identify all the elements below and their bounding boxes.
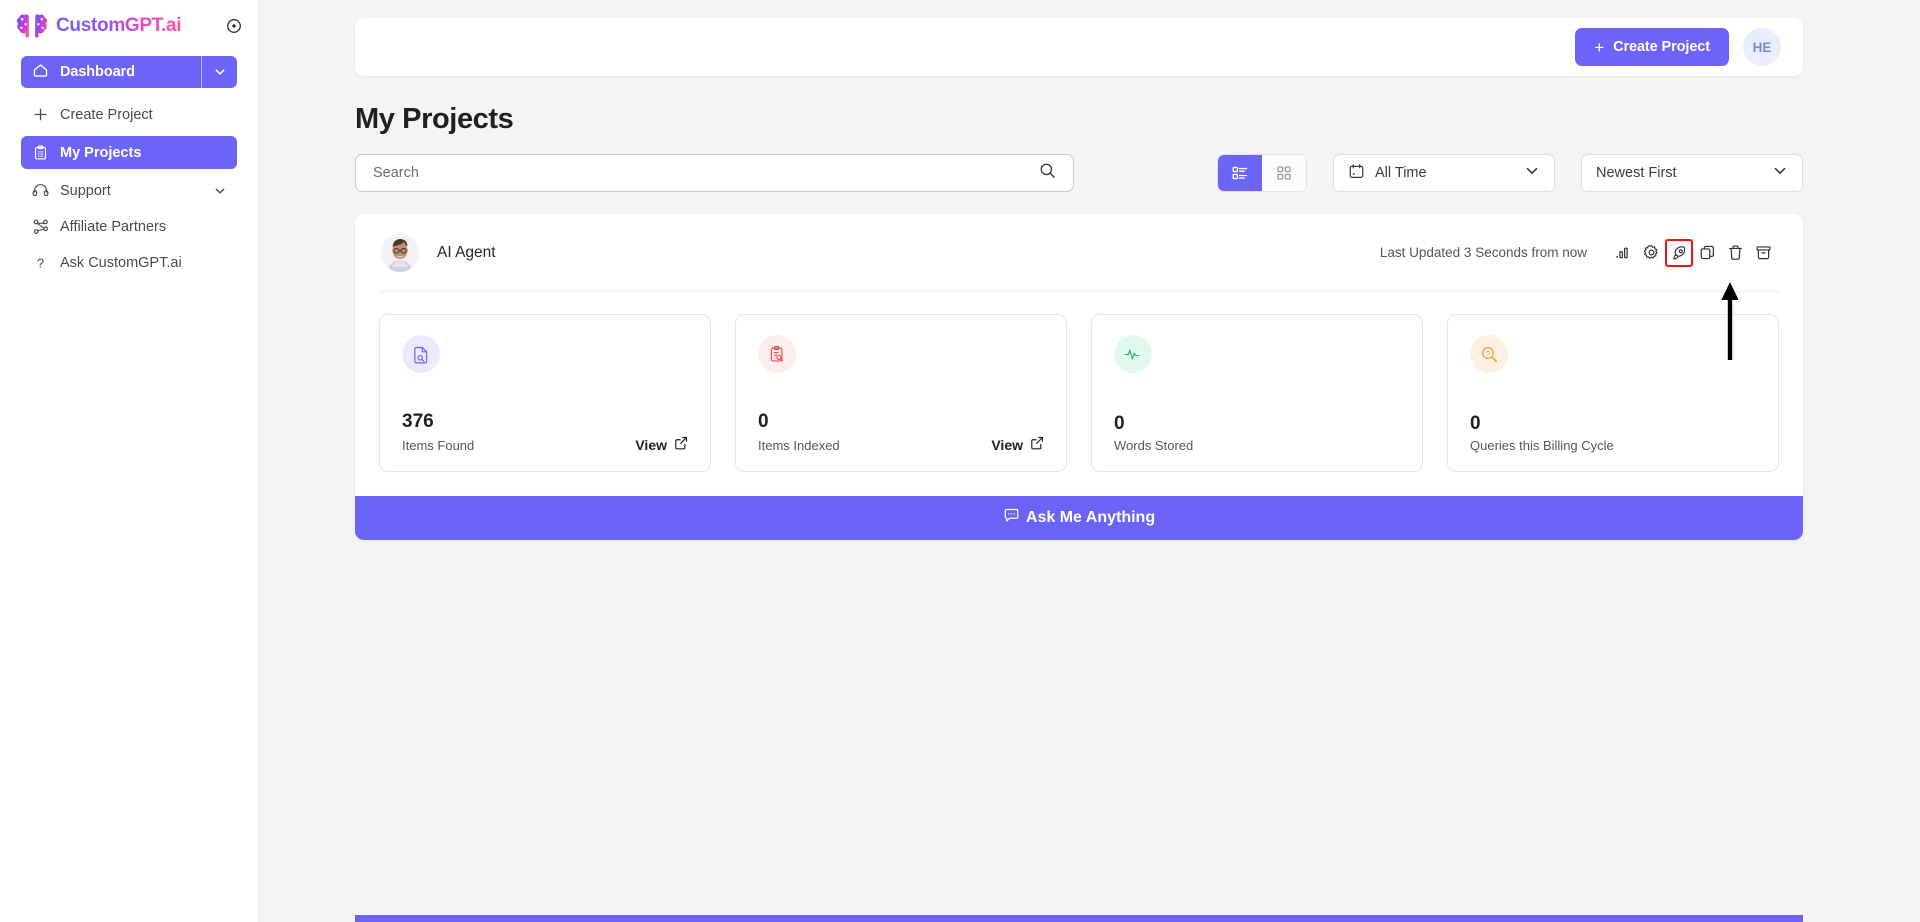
stat-card-items-found: 376 Items Found View <box>379 314 711 472</box>
sort-dropdown[interactable]: Newest First <box>1581 154 1803 192</box>
page-title: My Projects <box>355 103 514 135</box>
sidebar-item-dashboard[interactable]: Dashboard <box>21 56 237 88</box>
home-icon <box>32 62 49 83</box>
list-view-icon[interactable] <box>1218 155 1262 191</box>
sidebar-item-dashboard-label: Dashboard <box>60 64 135 80</box>
duplicate-copy-icon[interactable] <box>1693 239 1721 267</box>
sidebar-item-create-project[interactable]: Create Project <box>21 98 237 131</box>
view-mode-toggle <box>1217 154 1307 192</box>
stat-footer: Items Found View <box>402 436 688 453</box>
ask-me-anything-label: Ask Me Anything <box>1025 509 1156 526</box>
main-content: + Create Project HE My Projects Search A… <box>259 0 1920 922</box>
rocket-deploy-icon[interactable] <box>1665 238 1693 267</box>
plus-icon: + <box>1594 37 1605 57</box>
grid-view-icon[interactable] <box>1262 155 1306 191</box>
stat-value: 376 <box>402 411 434 432</box>
project-row[interactable]: AI Agent Last Updated 3 Seconds from now <box>379 214 1779 292</box>
customgpt-brain-logo-icon <box>16 11 48 41</box>
stat-value: 0 <box>1114 413 1125 434</box>
stat-label: Queries this Billing Cycle <box>1470 438 1614 453</box>
plus-icon <box>32 106 49 123</box>
stat-view-label: View <box>635 436 667 453</box>
stat-label: Items Indexed <box>758 438 840 453</box>
clipboard-search-icon <box>758 335 796 373</box>
sort-dropdown-label: Newest First <box>1596 165 1677 181</box>
stat-footer: Words Stored <box>1114 438 1400 453</box>
project-panel: AI Agent Last Updated 3 Seconds from now <box>355 214 1803 540</box>
annotation-arrow <box>1721 282 1739 360</box>
search-input[interactable] <box>373 165 1039 181</box>
external-link-icon <box>1030 436 1044 453</box>
activity-pulse-icon <box>1114 335 1152 373</box>
stat-label: Items Found <box>402 438 475 453</box>
stat-view-link[interactable]: View <box>635 436 688 453</box>
clipboard-icon <box>32 144 49 161</box>
project-name: AI Agent <box>437 243 496 261</box>
svg-text:?: ? <box>37 255 44 270</box>
sidebar-nav: Dashboard Create Project My Projects Sup… <box>0 52 258 279</box>
stat-value: 0 <box>758 411 769 432</box>
chevron-down-icon[interactable] <box>213 184 227 198</box>
sidebar-item-affiliate-partners[interactable]: Affiliate Partners <box>21 210 237 243</box>
analytics-bar-chart-icon[interactable] <box>1609 239 1637 267</box>
search-question-icon: ? <box>1470 335 1508 373</box>
sidebar-item-label: Support <box>60 182 111 199</box>
sidebar-item-label: Ask CustomGPT.ai <box>60 254 182 271</box>
stat-view-label: View <box>991 436 1023 453</box>
chat-bubble-icon <box>1003 507 1020 529</box>
circle-dot-icon[interactable] <box>224 16 244 36</box>
user-avatar[interactable]: HE <box>1743 28 1781 66</box>
stat-card-items-indexed: 0 Items Indexed View <box>735 314 1067 472</box>
search-icon[interactable] <box>1039 162 1056 184</box>
chevron-down-icon[interactable] <box>1772 163 1788 183</box>
headset-icon <box>32 182 49 199</box>
stat-label: Words Stored <box>1114 438 1194 453</box>
sidebar-item-label: Create Project <box>60 106 153 123</box>
bottom-accent-bar <box>355 915 1803 922</box>
stat-card-words-stored: 0 Words Stored <box>1091 314 1423 472</box>
external-link-icon <box>674 436 688 453</box>
stat-footer: Items Indexed View <box>758 436 1044 453</box>
topbar: + Create Project HE <box>355 18 1803 76</box>
sidebar-item-label: My Projects <box>60 144 142 161</box>
calendar-icon <box>1348 163 1365 184</box>
stat-value: 0 <box>1470 413 1481 434</box>
project-last-updated: Last Updated 3 Seconds from now <box>1379 245 1587 260</box>
question-mark-icon: ? <box>32 254 49 271</box>
share-nodes-icon <box>32 218 49 235</box>
search-bar[interactable] <box>355 154 1074 192</box>
settings-gear-icon[interactable] <box>1637 239 1665 267</box>
stat-cards-row: 376 Items Found View 0 Items Indexed Vie… <box>379 292 1779 496</box>
stat-footer: Queries this Billing Cycle <box>1470 438 1756 453</box>
create-project-button[interactable]: + Create Project <box>1575 28 1729 66</box>
chevron-down-icon[interactable] <box>201 56 237 88</box>
stat-view-link[interactable]: View <box>991 436 1044 453</box>
sidebar-logo-row: CustomGPT.ai <box>0 0 258 52</box>
sidebar-item-label: Affiliate Partners <box>60 218 167 235</box>
date-filter-dropdown[interactable]: All Time <box>1333 154 1555 192</box>
project-row-actions: Last Updated 3 Seconds from now <box>1379 238 1777 267</box>
sidebar: CustomGPT.ai Dashboard Create Project My… <box>0 0 259 922</box>
app-root: CustomGPT.ai Dashboard Create Project My… <box>0 0 1920 922</box>
controls-row: All Time Newest First <box>355 154 1803 192</box>
archive-box-icon[interactable] <box>1749 239 1777 267</box>
date-filter-label: All Time <box>1375 165 1427 181</box>
sidebar-item-support[interactable]: Support <box>21 174 237 207</box>
sidebar-item-my-projects[interactable]: My Projects <box>21 136 237 169</box>
chevron-down-icon[interactable] <box>1524 163 1540 183</box>
create-project-button-label: Create Project <box>1613 39 1710 55</box>
project-avatar <box>381 233 419 272</box>
svg-text:?: ? <box>1486 350 1490 357</box>
sidebar-item-dashboard-main[interactable]: Dashboard <box>21 56 201 88</box>
file-search-icon <box>402 335 440 373</box>
sidebar-item-ask-customgpt[interactable]: ? Ask CustomGPT.ai <box>21 246 237 279</box>
delete-trash-icon[interactable] <box>1721 239 1749 267</box>
sidebar-logo-text: CustomGPT.ai <box>56 15 182 36</box>
ask-me-anything-button[interactable]: Ask Me Anything <box>355 496 1803 540</box>
